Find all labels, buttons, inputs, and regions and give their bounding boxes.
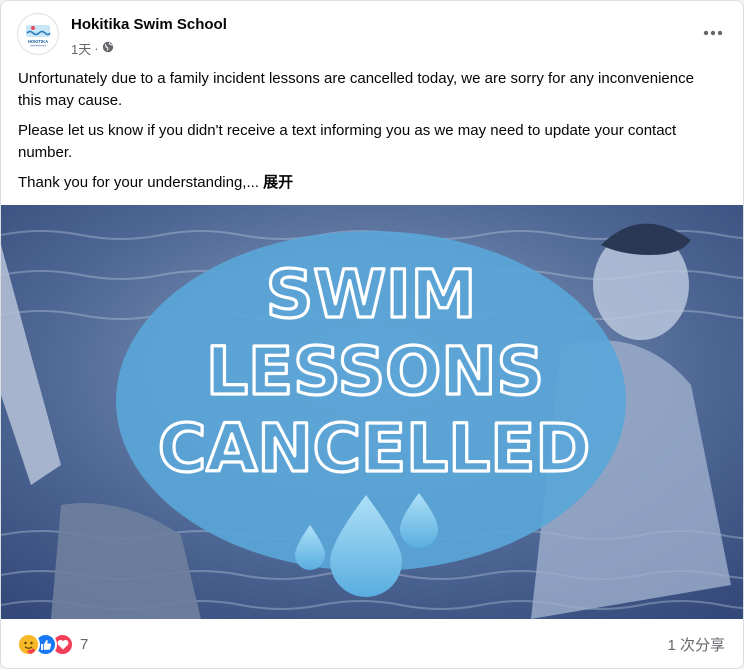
meta-separator: · [94,41,99,56]
post-header: HOKITIKA Hokitika Swim School 1天 · [1,1,743,63]
share-count-link[interactable]: 1 次分享 [667,634,725,655]
post-footer: 7 1 次分享 [1,621,743,667]
post-text: Unfortunately due to a family incident l… [18,68,708,202]
more-horizontal-icon [703,30,723,36]
post-last-line: Thank you for your understanding,... [18,174,259,191]
post-meta: 1天 · [71,39,114,58]
see-more-link[interactable]: 展开 [263,174,293,191]
globe-icon [102,41,114,56]
post-paragraph-last: Thank you for your understanding,... 展开 [18,172,708,194]
reaction-count: 7 [80,636,89,653]
page-name-link[interactable]: Hokitika Swim School [71,16,227,33]
more-options-button[interactable] [697,19,729,47]
post-paragraph: Please let us know if you didn't receive… [18,122,677,161]
page-avatar[interactable]: HOKITIKA [17,13,59,55]
image-title-line-1: SWIM [266,256,477,333]
swim-school-logo-icon: HOKITIKA [26,25,51,47]
reaction-summary[interactable]: 7 [17,633,88,656]
image-title-line-2: LESSONS [206,333,544,410]
post-timestamp[interactable]: 1天 [71,39,91,58]
avatar-logo-text: HOKITIKA [28,39,48,44]
care-emoji-icon [17,633,40,656]
post-image[interactable]: SWIM LESSONS CANCELLED [1,205,743,619]
post-card: HOKITIKA Hokitika Swim School 1天 · Unfor… [0,0,744,669]
post-paragraph: Unfortunately due to a family incident l… [18,70,694,109]
swim-lessons-cancelled-graphic: SWIM LESSONS CANCELLED [1,205,743,619]
image-title-line-3: CANCELLED [158,410,590,487]
